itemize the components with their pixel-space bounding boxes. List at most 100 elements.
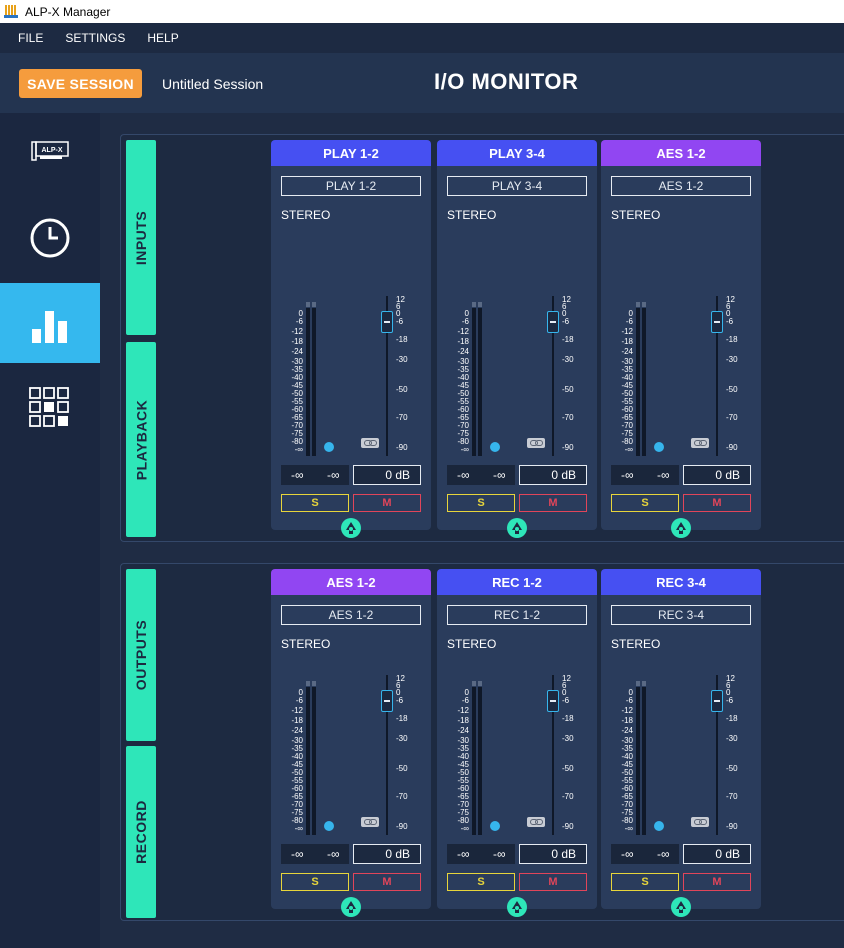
fader-tick-label: -50: [726, 764, 738, 773]
tab-outputs[interactable]: OUTPUTS: [126, 569, 156, 741]
fader-handle[interactable]: [711, 311, 723, 333]
channel-name-field[interactable]: REC 3-4: [611, 605, 751, 625]
meter-tick-label: -6: [625, 696, 633, 705]
fader-handle[interactable]: [381, 311, 393, 333]
meter-tick-label: -∞: [294, 824, 303, 833]
channel-name-field[interactable]: REC 1-2: [447, 605, 587, 625]
channel-body: AES 1-2 STEREO 0 -6 -12 -18 -24 -30 -35 -40 -45-…: [601, 166, 761, 538]
fader-handle[interactable]: [711, 690, 723, 712]
fader-handle[interactable]: [547, 311, 559, 333]
routing-icon[interactable]: [341, 518, 361, 538]
solo-button[interactable]: S: [281, 494, 349, 512]
channel-header[interactable]: REC 1-2: [437, 569, 597, 595]
fader-tick-label: -70: [726, 413, 738, 422]
signal-indicator: [490, 821, 500, 831]
link-icon[interactable]: [691, 438, 709, 448]
channel-name-field[interactable]: AES 1-2: [281, 605, 421, 625]
channel-body: AES 1-2 STEREO 0 -6 -12 -18 -24 -30 -35 -40 -45-…: [271, 595, 431, 917]
meter-tick-label: -18: [291, 337, 303, 346]
channel-name-field[interactable]: AES 1-2: [611, 176, 751, 196]
channel-strip: REC 3-4 REC 3-4 STEREO 0 -6 -12 -18 -24 -30 -3…: [601, 569, 761, 917]
routing-icon[interactable]: [507, 518, 527, 538]
signal-indicator: [490, 442, 500, 452]
tab-playback[interactable]: PLAYBACK: [126, 342, 156, 537]
meter-tick-label: -∞: [624, 445, 633, 454]
mute-button[interactable]: M: [353, 494, 421, 512]
channel-body: REC 1-2 STEREO 0 -6 -12 -18 -24 -30 -35 -40 -45-…: [437, 595, 597, 917]
link-icon[interactable]: [361, 438, 379, 448]
peak-left: -∞: [457, 847, 470, 861]
sidebar-item-io-monitor[interactable]: [0, 283, 100, 363]
mute-button[interactable]: M: [519, 873, 587, 891]
solo-button[interactable]: S: [611, 494, 679, 512]
fader-handle[interactable]: [381, 690, 393, 712]
sidebar-item-matrix[interactable]: [0, 368, 100, 448]
channel-header[interactable]: REC 3-4: [601, 569, 761, 595]
fader-handle[interactable]: [547, 690, 559, 712]
save-session-button[interactable]: SAVE SESSION: [19, 69, 142, 98]
menu-help[interactable]: HELP: [147, 31, 178, 45]
app-logo-icon: [3, 4, 19, 20]
meter-tick-label: -6: [625, 317, 633, 326]
link-icon[interactable]: [691, 817, 709, 827]
menu-file[interactable]: FILE: [18, 31, 43, 45]
fader-tick-label: -90: [562, 822, 574, 831]
mute-button[interactable]: M: [353, 873, 421, 891]
channel-header[interactable]: PLAY 1-2: [271, 140, 431, 166]
mute-button[interactable]: M: [683, 494, 751, 512]
link-icon[interactable]: [527, 438, 545, 448]
sidebar-item-device[interactable]: ALP-X: [0, 113, 100, 193]
routing-icon[interactable]: [671, 518, 691, 538]
link-icon[interactable]: [361, 817, 379, 827]
channel-name-field[interactable]: PLAY 1-2: [281, 176, 421, 196]
routing-icon[interactable]: [507, 897, 527, 917]
gain-field[interactable]: 0 dB: [519, 465, 587, 485]
signal-indicator: [654, 442, 664, 452]
menu-settings[interactable]: SETTINGS: [65, 31, 125, 45]
fader-scale: 12 6 0 -6 -18 -30 -50 -70 -90: [396, 296, 426, 456]
tab-record[interactable]: RECORD: [126, 746, 156, 918]
gain-field[interactable]: 0 dB: [353, 465, 421, 485]
alp-x-card-icon: ALP-X: [31, 141, 69, 161]
gain-field[interactable]: 0 dB: [353, 844, 421, 864]
meter-tick-label: -6: [461, 317, 469, 326]
level-meter-left: [472, 308, 476, 456]
gain-field[interactable]: 0 dB: [519, 844, 587, 864]
bar-chart-icon: [32, 311, 67, 343]
routing-icon[interactable]: [341, 897, 361, 917]
meter-tick-label: -18: [457, 337, 469, 346]
level-meter-left: [306, 687, 310, 835]
channel-header[interactable]: AES 1-2: [601, 140, 761, 166]
gain-field[interactable]: 0 dB: [683, 465, 751, 485]
peak-right: -∞: [657, 468, 670, 482]
channel-name-field[interactable]: PLAY 3-4: [447, 176, 587, 196]
solo-button[interactable]: S: [447, 494, 515, 512]
peak-display: -∞ -∞: [611, 465, 679, 485]
meter-tick-label: -∞: [460, 445, 469, 454]
routing-icon[interactable]: [671, 897, 691, 917]
peak-display: -∞ -∞: [611, 844, 679, 864]
fader-tick-label: -90: [396, 822, 408, 831]
level-meter-right: [312, 687, 316, 835]
sidebar-item-clock[interactable]: [0, 198, 100, 278]
meter-tick-label: -12: [457, 706, 469, 715]
meter-tick-label: -∞: [624, 824, 633, 833]
channel-header[interactable]: AES 1-2: [271, 569, 431, 595]
channel-header[interactable]: PLAY 3-4: [437, 140, 597, 166]
link-icon[interactable]: [527, 817, 545, 827]
mute-button[interactable]: M: [683, 873, 751, 891]
gain-field[interactable]: 0 dB: [683, 844, 751, 864]
peak-left: -∞: [621, 847, 634, 861]
solo-button[interactable]: S: [281, 873, 349, 891]
mute-button[interactable]: M: [519, 494, 587, 512]
solo-button[interactable]: S: [447, 873, 515, 891]
tab-inputs[interactable]: INPUTS: [126, 140, 156, 335]
clock-icon: [30, 218, 70, 258]
fader-tick-label: -6: [726, 696, 734, 705]
meter-scale: 0 -6 -12 -18 -24 -30 -35 -40 -45 -50 -55 -60 -65 -70-…: [449, 685, 469, 835]
fader-tick-label: -30: [396, 355, 408, 364]
solo-button[interactable]: S: [611, 873, 679, 891]
meter-clip-right: [478, 302, 482, 307]
fader-tick-label: -70: [562, 413, 574, 422]
level-meter-right: [642, 308, 646, 456]
